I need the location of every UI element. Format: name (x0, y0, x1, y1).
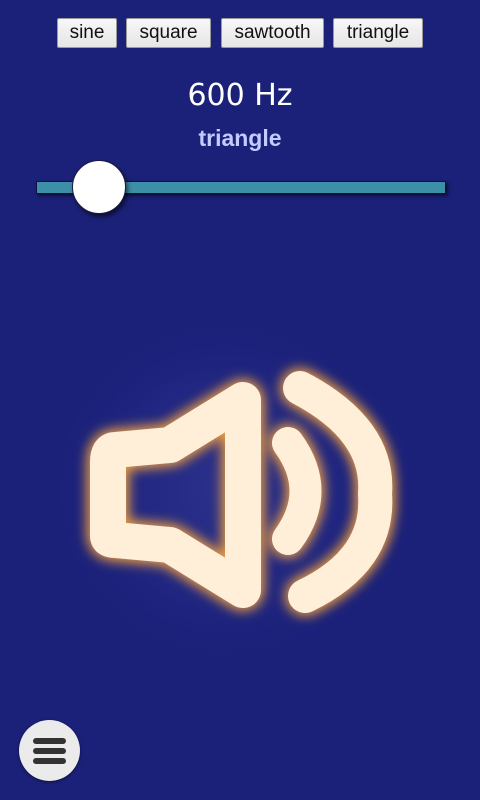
app-screen: sine square sawtooth triangle 600 Hz tri… (0, 0, 480, 800)
frequency-slider[interactable] (36, 160, 446, 216)
frequency-readout: 600 Hz (187, 78, 293, 113)
waveform-button-group: sine square sawtooth triangle (0, 18, 480, 50)
hamburger-bar (33, 748, 66, 754)
menu-button[interactable] (19, 720, 80, 781)
slider-thumb[interactable] (72, 160, 126, 214)
speaker-volume-icon[interactable] (40, 300, 435, 680)
sine-button[interactable]: sine (57, 18, 117, 48)
square-button[interactable]: square (126, 18, 211, 48)
hamburger-bar (33, 738, 66, 744)
triangle-button[interactable]: triangle (333, 18, 423, 48)
hamburger-bar (33, 758, 66, 764)
sawtooth-button[interactable]: sawtooth (221, 18, 324, 48)
selected-waveform-label: triangle (198, 125, 282, 151)
